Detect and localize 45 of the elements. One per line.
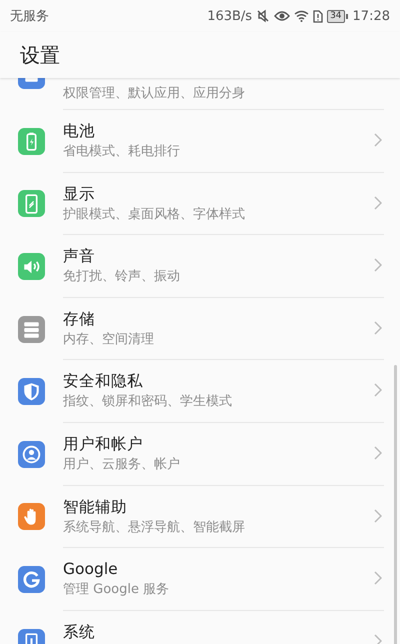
settings-item[interactable]: 存储 内存、空间清理	[63, 298, 384, 360]
battery-icon: 34	[327, 10, 345, 22]
page-title: 设置	[20, 42, 60, 68]
chevron-right-icon	[374, 258, 382, 272]
clock-time: 17:28	[352, 8, 390, 24]
eye-icon	[274, 10, 290, 22]
item-subtitle: 用户、云服务、帐户	[63, 456, 180, 474]
item-subtitle: 内存、空间清理	[63, 330, 154, 349]
chevron-right-icon	[374, 634, 382, 644]
item-subtitle: 免打扰、铃声、振动	[63, 268, 180, 286]
chevron-right-icon	[374, 383, 382, 398]
item-title: 电池	[63, 121, 95, 142]
settings-item[interactable]: 系统	[63, 610, 384, 644]
item-subtitle: 指纹、锁屏和密码、学生模式	[63, 393, 232, 412]
item-subtitle: 护眼模式、桌面风格、字体样式	[63, 206, 245, 224]
item-title: 智能辅助	[63, 496, 127, 518]
settings-item[interactable]: 电池 省电模式、耗电排行	[63, 110, 384, 173]
item-title: 显示	[63, 184, 95, 205]
item-title: 声音	[63, 246, 95, 268]
chevron-right-icon	[374, 196, 382, 210]
chevron-right-icon	[374, 571, 382, 586]
sim-icon	[313, 10, 324, 22]
item-title: Google	[63, 559, 118, 580]
settings-item[interactable]: 显示 护眼模式、桌面风格、字体样式	[63, 172, 384, 236]
item-subtitle: 系统导航、悬浮导航、智能截屏	[63, 518, 245, 537]
chevron-right-icon	[374, 446, 382, 460]
settings-item[interactable]: 智能辅助 系统导航、悬浮导航、智能截屏	[63, 486, 384, 548]
item-title: 用户和帐户	[63, 434, 143, 455]
settings-item[interactable]: 用户和帐户 用户、云服务、帐户	[63, 422, 384, 486]
item-subtitle: 省电模式、耗电排行	[63, 143, 180, 161]
item-title: 系统	[63, 622, 95, 643]
chevron-right-icon	[374, 508, 382, 523]
settings-item[interactable]: Google 管理 Google 服务	[63, 548, 384, 611]
settings-item[interactable]: 安全和隐私 指纹、锁屏和密码、学生模式	[63, 360, 384, 423]
mute-icon	[256, 9, 270, 23]
item-subtitle: 权限管理、默认应用、应用分身	[63, 85, 245, 103]
item-title: 安全和隐私	[63, 371, 143, 392]
settings-item[interactable]: 声音 免打扰、铃声、振动	[63, 235, 384, 298]
chevron-right-icon	[374, 320, 382, 335]
network-speed: 163B/s	[207, 8, 252, 24]
item-subtitle: 管理 Google 服务	[63, 581, 170, 600]
item-title: 存储	[63, 308, 95, 330]
carrier-text: 无服务	[10, 8, 49, 25]
chevron-right-icon	[374, 133, 382, 147]
wifi-icon	[294, 10, 310, 22]
